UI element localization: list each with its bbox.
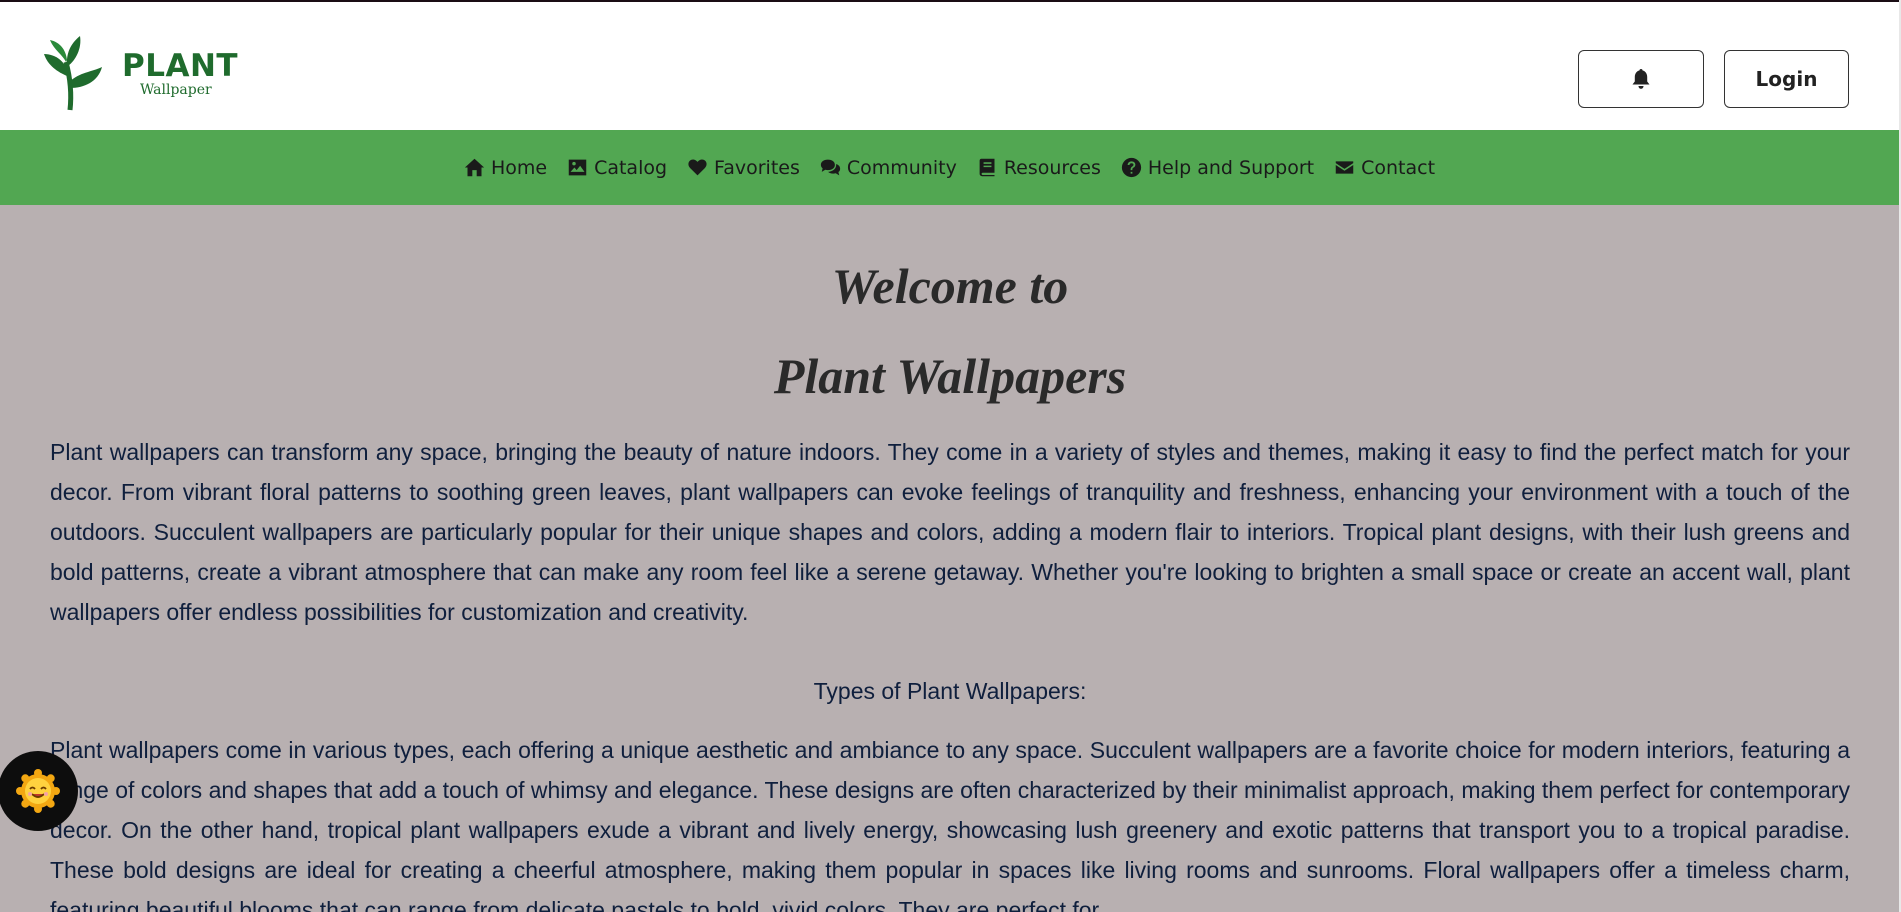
- heart-icon: [688, 159, 707, 176]
- home-icon: [464, 158, 485, 177]
- nav-item-favorites[interactable]: Favorites: [687, 157, 800, 179]
- nav-label: Favorites: [714, 156, 800, 179]
- nav-item-contact[interactable]: Contact: [1334, 157, 1435, 179]
- nav-item-community[interactable]: Community: [820, 157, 957, 179]
- plant-logo-icon: [44, 36, 102, 111]
- site-header: PLANT Wallpaper Login: [0, 2, 1899, 130]
- main-nav: Home Catalog Favorites Community Resourc…: [0, 130, 1899, 205]
- nav-label: Home: [490, 156, 548, 179]
- login-button[interactable]: Login: [1724, 50, 1849, 108]
- nav-label: Catalog: [594, 156, 668, 179]
- nav-item-help-and-support[interactable]: Help and Support: [1121, 157, 1314, 179]
- nav-item-home[interactable]: Home: [464, 157, 547, 179]
- nav-label: Resources: [1003, 156, 1101, 179]
- notifications-button[interactable]: [1578, 50, 1704, 108]
- image-icon: [568, 159, 587, 176]
- comments-icon: [820, 159, 840, 176]
- theme-toggle-button[interactable]: [0, 751, 78, 831]
- main-content: Welcome to Plant Wallpapers Plant wallpa…: [50, 205, 1850, 912]
- page-title: Welcome to Plant Wallpapers: [50, 241, 1850, 421]
- sun-smiley-icon: [16, 769, 60, 813]
- types-paragraph: Plant wallpapers come in various types, …: [50, 737, 1850, 912]
- nav-label: Contact: [1361, 156, 1436, 179]
- intro-paragraph: Plant wallpapers can transform any space…: [50, 439, 1850, 625]
- nav-item-resources[interactable]: Resources: [977, 157, 1101, 179]
- logo-title: PLANT: [122, 48, 239, 84]
- nav-label: Community: [846, 156, 957, 179]
- section-heading-types: Types of Plant Wallpapers:: [813, 678, 1087, 704]
- question-circle-icon: [1121, 157, 1141, 178]
- page-title-line2: Plant Wallpapers: [773, 348, 1127, 404]
- logo[interactable]: PLANT Wallpaper: [40, 32, 238, 112]
- logo-subtitle: Wallpaper: [140, 82, 212, 98]
- nav-item-catalog[interactable]: Catalog: [567, 157, 667, 179]
- page-title-line1: Welcome to: [831, 258, 1069, 314]
- envelope-icon: [1335, 161, 1354, 174]
- nav-label: Help and Support: [1147, 156, 1315, 179]
- book-icon: [979, 158, 995, 177]
- bell-icon: [1632, 69, 1650, 89]
